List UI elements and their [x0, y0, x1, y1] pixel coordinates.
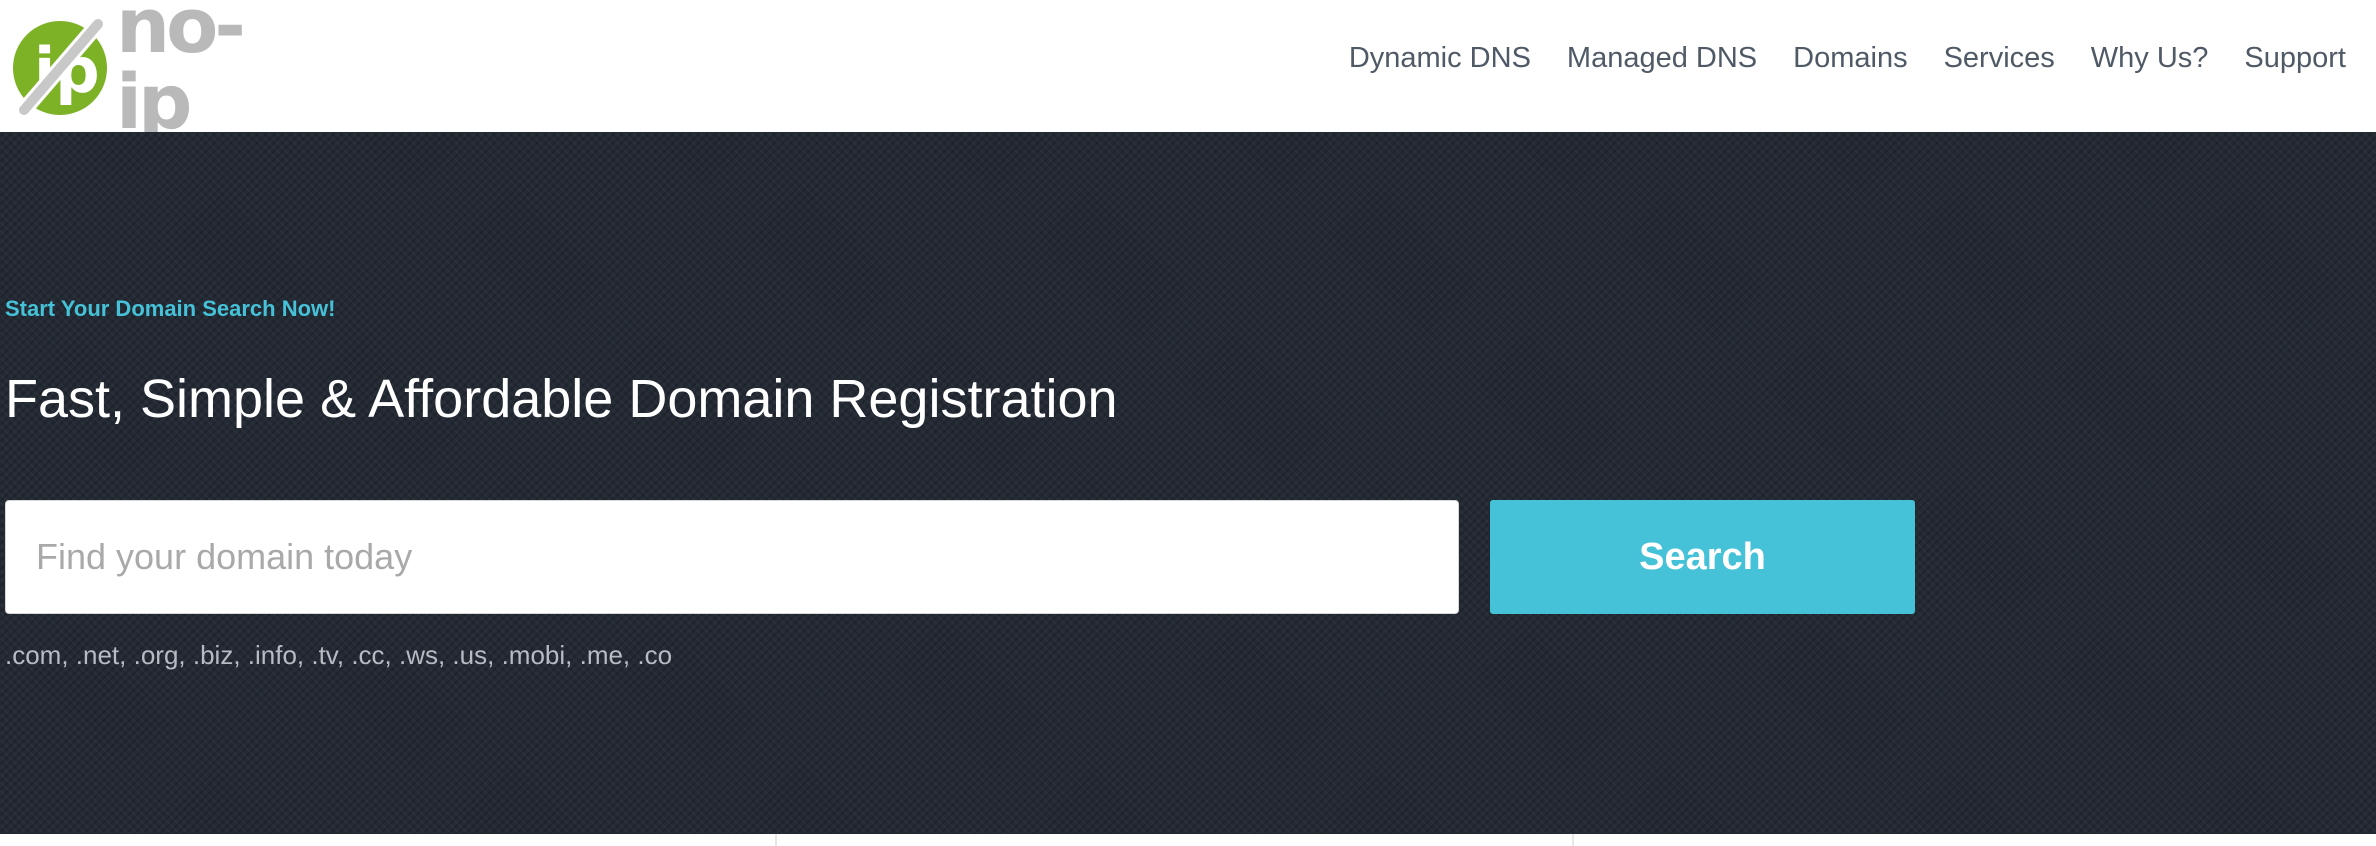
nav-item-why-us[interactable]: Why Us?: [2091, 42, 2209, 75]
bottom-strip: [0, 834, 2376, 846]
domain-search-input[interactable]: [5, 500, 1459, 614]
search-button[interactable]: Search: [1490, 500, 1915, 614]
main-nav: Dynamic DNS Managed DNS Domains Services…: [1349, 42, 2346, 75]
nav-item-services[interactable]: Services: [1944, 42, 2055, 75]
hero-eyebrow: Start Your Domain Search Now!: [5, 296, 336, 321]
nav-item-support[interactable]: Support: [2244, 42, 2346, 75]
hero-section: [0, 132, 2376, 834]
bottom-divider: [775, 834, 777, 846]
hero-headline: Fast, Simple & Affordable Domain Registr…: [5, 369, 1118, 429]
nav-item-dynamic-dns[interactable]: Dynamic DNS: [1349, 42, 1531, 75]
ip-badge-icon: ip: [10, 16, 110, 118]
nav-item-managed-dns[interactable]: Managed DNS: [1567, 42, 1757, 75]
nav-item-domains[interactable]: Domains: [1793, 42, 1907, 75]
logo-wordmark: no-ip: [116, 0, 246, 146]
noip-logo[interactable]: ip no-ip: [10, 0, 310, 140]
bottom-divider: [1572, 834, 1574, 846]
tld-list: .com, .net, .org, .biz, .info, .tv, .cc,…: [5, 640, 673, 670]
site-header: ip no-ip Dynamic DNS Managed DNS Domains…: [0, 0, 2376, 140]
